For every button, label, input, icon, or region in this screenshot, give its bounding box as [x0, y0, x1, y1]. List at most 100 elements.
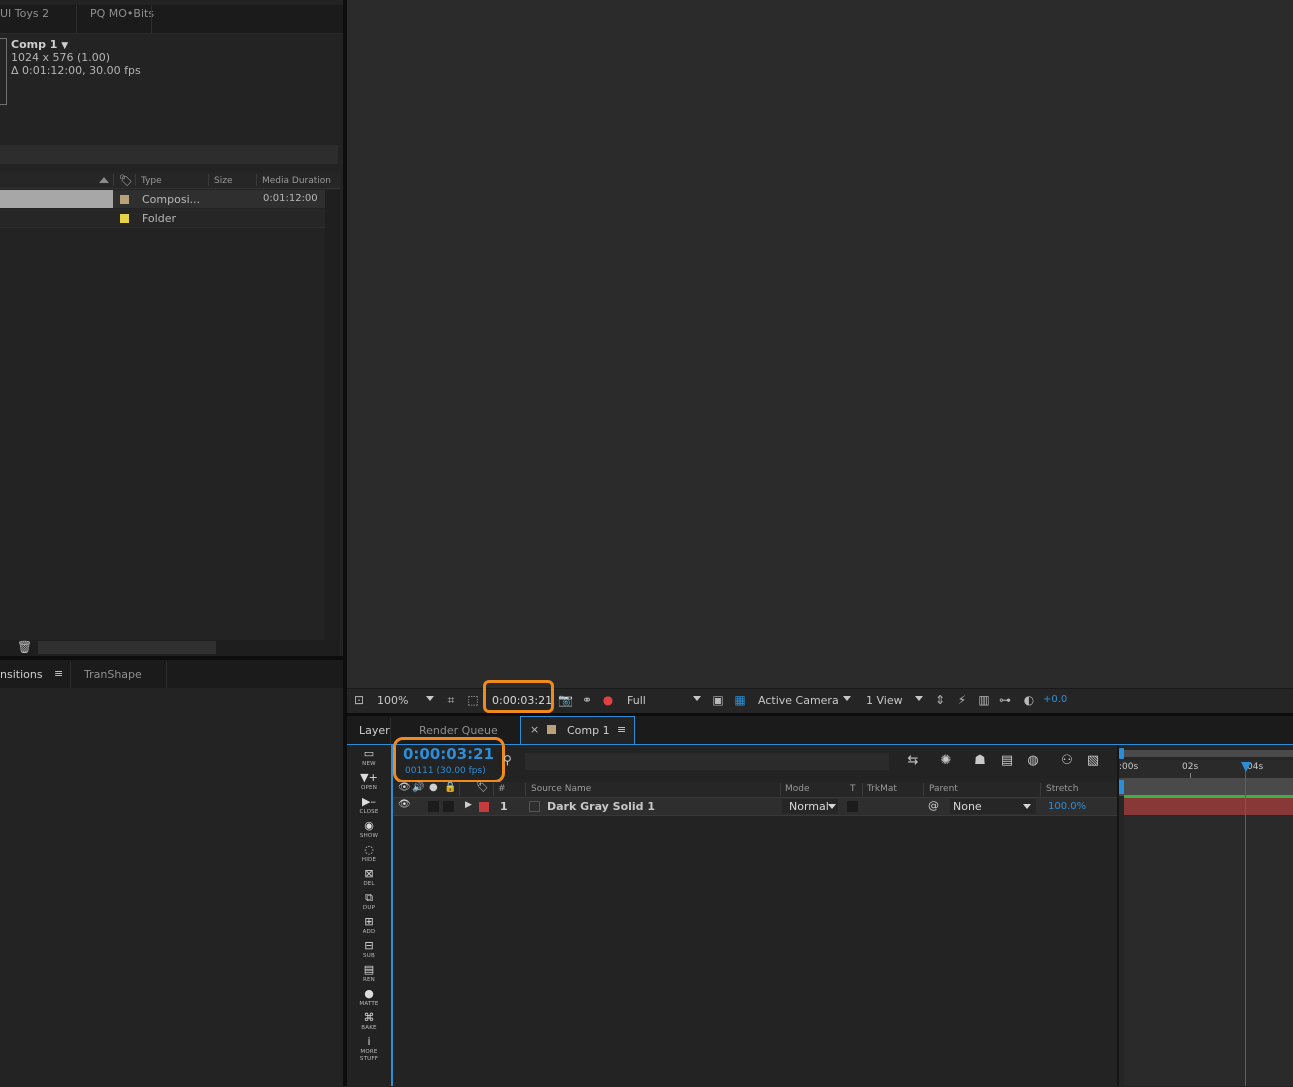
mask-visibility-icon[interactable]: ⬚	[466, 693, 480, 707]
eye-icon[interactable]: 👁	[398, 782, 411, 793]
mode-value[interactable]: Normal	[789, 800, 829, 813]
label-tag-icon[interactable]: 🏷	[476, 782, 489, 793]
close-icon[interactable]: ×	[530, 723, 539, 736]
transparency-grid-icon[interactable]: ▦	[733, 693, 747, 707]
column-mode[interactable]: Mode	[785, 784, 810, 794]
column-source-name[interactable]: Source Name	[531, 784, 591, 794]
speaker-icon[interactable]: 🔊	[412, 782, 424, 793]
chevron-down-icon[interactable]	[828, 804, 836, 809]
pixel-aspect-icon[interactable]: ⇕	[933, 693, 947, 707]
timeline-search-input[interactable]	[525, 753, 889, 770]
column-t[interactable]: T	[850, 784, 856, 794]
tab-render-queue[interactable]: Render Queue	[419, 724, 498, 737]
work-area-bar[interactable]	[1124, 750, 1293, 757]
brainstorm-icon[interactable]: ⚇	[1058, 753, 1076, 769]
layer-duration-bar[interactable]	[1124, 798, 1293, 815]
solo-toggle[interactable]	[428, 801, 439, 812]
pick-whip-icon[interactable]: @	[928, 799, 939, 812]
comp-name[interactable]: Comp 1 ▼	[11, 38, 68, 51]
work-area-start-handle[interactable]	[1119, 748, 1124, 759]
navigator-bar[interactable]	[1119, 778, 1293, 796]
toolbar-ren-button[interactable]: ▤ REN	[356, 964, 382, 984]
motion-blur-icon[interactable]: ◍	[1024, 753, 1042, 769]
exposure-value[interactable]: +0.0	[1043, 694, 1067, 705]
lock-toggle[interactable]	[443, 801, 454, 812]
project-horizontal-scrollbar[interactable]	[38, 641, 216, 654]
timeline-icon[interactable]: ▥	[977, 693, 991, 707]
toolbar-dup-button[interactable]: ⧉ DUP	[356, 892, 382, 912]
search-icon[interactable]: ⚲	[503, 753, 512, 767]
view-layout-select[interactable]: 1 View	[866, 694, 903, 707]
toolbar-hide-button[interactable]: ◌ HIDE	[356, 844, 382, 864]
composition-viewer[interactable]	[347, 0, 1293, 688]
graph-editor-icon[interactable]: ▧	[1084, 753, 1102, 769]
rgb-channel-icon[interactable]: ●	[601, 693, 615, 707]
playhead-handle[interactable]	[1241, 762, 1251, 772]
toolbar-add-button[interactable]: ⊞ ADD	[356, 916, 382, 936]
panel-menu-icon[interactable]: ≡	[54, 667, 63, 680]
project-search-input[interactable]	[0, 145, 338, 164]
label-swatch[interactable]	[120, 195, 129, 204]
toolbar-matte-button[interactable]: ● MATTE	[356, 988, 382, 1008]
camera-select[interactable]: Active Camera	[758, 694, 839, 707]
column-trkmat[interactable]: TrkMat	[867, 784, 897, 794]
toolbar-close-button[interactable]: ▶– CLOSE	[356, 796, 382, 816]
toolbar-new-button[interactable]: ▭ NEW	[356, 748, 382, 768]
panel-menu-icon[interactable]: ≡	[617, 723, 626, 736]
toolbar-open-button[interactable]: ▼+ OPEN	[356, 772, 382, 792]
fast-previews-icon[interactable]: ⚡	[955, 693, 969, 707]
toolbar-bake-button[interactable]: ⌘ BAKE	[356, 1012, 382, 1032]
time-graph-body[interactable]	[1124, 816, 1293, 1086]
shy-layers-icon[interactable]: ☗	[971, 753, 989, 769]
column-media-duration[interactable]: Media Duration	[262, 176, 331, 186]
column-parent[interactable]: Parent	[929, 784, 958, 794]
time-ruler[interactable]	[1119, 760, 1293, 778]
camera-snapshot-icon[interactable]: 📷	[558, 693, 573, 707]
toolbar-show-button[interactable]: ◉ SHOW	[356, 820, 382, 840]
toolbar-more-stuff-button[interactable]: i MORE STUFF	[356, 1036, 382, 1063]
column-number[interactable]: #	[498, 784, 506, 794]
navigator-start-handle[interactable]	[1119, 780, 1124, 794]
preserve-transparency-toggle[interactable]	[847, 801, 858, 812]
chevron-down-icon[interactable]	[843, 696, 851, 701]
toolbar-del-button[interactable]: ⊠ DEL	[356, 868, 382, 888]
draft-3d-icon[interactable]: ✺	[937, 753, 955, 769]
flowchart-icon[interactable]: ⊶	[998, 693, 1012, 707]
stretch-value[interactable]: 100.0%	[1048, 801, 1086, 812]
current-time-indicator[interactable]	[1245, 762, 1246, 1086]
solo-icon[interactable]: ●	[429, 782, 438, 793]
chevron-down-icon[interactable]	[915, 696, 923, 701]
chevron-down-icon[interactable]	[426, 696, 434, 701]
tab-transhape[interactable]: TranShape	[84, 668, 142, 681]
frame-blending-icon[interactable]: ▤	[998, 753, 1016, 769]
expand-triangle-icon[interactable]: ▶	[465, 800, 472, 810]
tab-layer[interactable]: Layer	[359, 724, 390, 737]
column-type[interactable]: Type	[141, 176, 162, 186]
label-swatch[interactable]	[120, 214, 129, 223]
region-of-interest-icon[interactable]: ▣	[711, 693, 725, 707]
trash-icon[interactable]: 🗑	[17, 640, 32, 654]
parent-value[interactable]: None	[953, 800, 982, 813]
composition-mini-flowchart-icon[interactable]: ⇆	[904, 753, 922, 769]
zoom-level[interactable]: 100%	[377, 694, 408, 707]
show-snapshot-icon[interactable]: ⚭	[580, 693, 594, 707]
always-preview-icon[interactable]: ⊡	[352, 693, 366, 707]
tab-pq-mobits[interactable]: PQ MO•Bits	[90, 7, 154, 20]
column-size[interactable]: Size	[214, 176, 232, 186]
column-stretch[interactable]: Stretch	[1046, 784, 1078, 794]
lock-icon[interactable]: 🔒	[444, 782, 456, 793]
sort-ascending-icon[interactable]	[99, 177, 109, 183]
project-item-name-selected[interactable]	[0, 190, 113, 208]
project-scrollbar[interactable]	[325, 190, 340, 640]
layer-label-swatch[interactable]	[479, 802, 489, 812]
tab-transitions[interactable]: nsitions	[0, 668, 43, 681]
chevron-down-icon[interactable]	[693, 696, 701, 701]
resolution-select[interactable]: Full	[627, 694, 646, 707]
chevron-down-icon[interactable]: ▼	[61, 41, 68, 51]
exposure-icon[interactable]: ◐	[1022, 693, 1036, 707]
eye-icon[interactable]: 👁	[398, 799, 411, 810]
toolbar-sub-button[interactable]: ⊟ SUB	[356, 940, 382, 960]
layer-name[interactable]: Dark Gray Solid 1	[547, 800, 655, 813]
grid-guides-icon[interactable]: ⌗	[444, 693, 458, 707]
tab-ui-toys[interactable]: UI Toys 2	[0, 7, 49, 20]
